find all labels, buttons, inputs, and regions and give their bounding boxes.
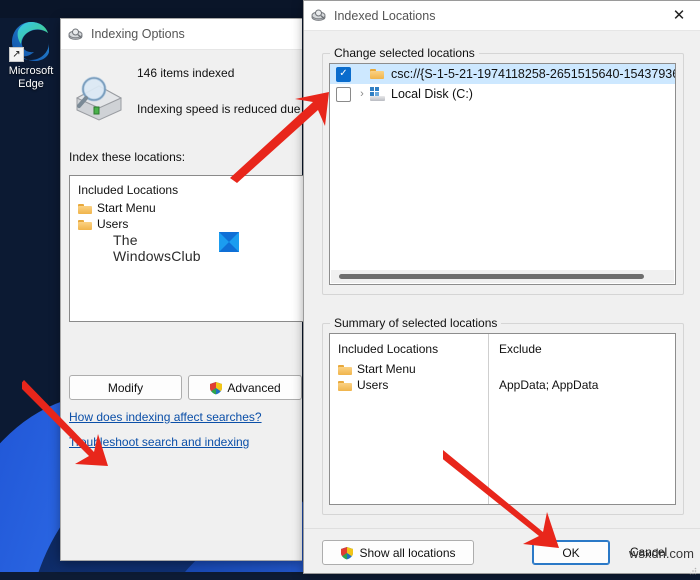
indexing-options-body: 146 items indexed Indexing speed is redu… [61,50,307,560]
desktop-icon-label: Microsoft Edge [9,65,54,91]
show-all-locations-button[interactable]: Show all locations [322,540,474,565]
folder-icon [338,364,352,375]
list-item[interactable]: Users [70,216,303,232]
advanced-button[interactable]: Advanced [188,375,302,400]
list-item-label: Users [97,217,129,231]
index-locations-label: Index these locations: [69,150,186,164]
watermark-line-2: WindowsClub [113,248,201,264]
summary-included-column: Included Locations Start Menu Users [330,334,488,504]
table-cell-label: Users [357,378,389,392]
table-row: Users [338,378,488,392]
modify-button[interactable]: Modify [69,375,183,400]
change-selected-locations-group: Change selected locations ✓ › csc://{S-1… [322,46,684,295]
drive-icon [369,87,386,101]
indexing-options-button-row: Modify Advanced [69,375,302,400]
indexing-options-links: How does indexing affect searches? Troub… [69,410,262,460]
uac-shield-icon [340,546,354,560]
advanced-button-label: Advanced [227,380,281,395]
indexing-options-title: Indexing Options [91,27,185,41]
indexed-locations-titlebar[interactable]: Indexed Locations ✕ [304,1,700,31]
ok-button[interactable]: OK [532,540,610,565]
change-selected-locations-label: Change selected locations [330,46,479,60]
link-troubleshoot-search-and-indexing[interactable]: Troubleshoot search and indexing [69,435,262,449]
summary-table: Included Locations Start Menu Users Excl… [329,333,676,505]
desktop-icon-microsoft-edge[interactable]: ↗ Microsoft Edge [2,18,60,91]
list-item-label: Start Menu [97,201,156,215]
desktop-icon-label-line2: Edge [18,78,44,90]
folder-icon [78,219,92,230]
summary-exclude-column: Exclude AppData; AppData [488,334,675,504]
items-indexed-text: 146 items indexed [137,66,235,80]
tree-item-label: Local Disk (C:) [391,87,473,101]
windowsclub-logo-icon [219,232,239,252]
scrollbar-thumb[interactable] [339,274,644,279]
locations-treeview[interactable]: ✓ › csc://{S-1-5-21-1974118258-265151564… [329,63,676,285]
dialog-button-bar: Show all locations OK Cancel wsxdn.com [304,528,700,575]
site-watermark: wsxdn.com [628,546,694,561]
uac-shield-icon [209,381,223,395]
list-item[interactable]: Start Menu [70,200,303,216]
indexing-options-icon [310,7,327,24]
indexing-options-window[interactable]: Indexing Options 146 items indexed Index… [60,18,307,561]
folder-icon [78,203,92,214]
shortcut-overlay-icon: ↗ [9,47,24,62]
index-drive-search-icon [69,70,127,122]
table-cell-label: Start Menu [357,362,416,376]
summary-group-label: Summary of selected locations [330,316,502,330]
edge-icon: ↗ [9,18,53,62]
indexed-locations-title: Indexed Locations [334,8,436,23]
summary-included-header: Included Locations [338,342,439,356]
indexing-speed-note: Indexing speed is reduced due t [137,102,308,116]
folder-icon [338,380,352,391]
windowsclub-watermark: The WindowsClub [113,232,263,264]
close-icon[interactable]: ✕ [658,1,700,29]
table-row: Start Menu [338,362,488,376]
link-how-does-indexing-affect-searches[interactable]: How does indexing affect searches? [69,410,262,424]
checkbox-checked-icon[interactable]: ✓ [336,66,351,82]
tree-item-label: csc://{S-1-5-21-1974118258-2651515640-15… [391,67,676,81]
show-all-locations-label: Show all locations [359,545,456,560]
summary-exclude-value: AppData; AppData [499,378,599,392]
desktop-icon-label-line1: Microsoft [8,65,54,77]
included-locations-header: Included Locations [78,183,179,197]
tree-item-local-disk-c[interactable]: › Local Disk (C:) [330,84,675,104]
summary-exclude-header: Exclude [499,342,542,356]
indexing-options-icon [67,26,84,43]
summary-of-selected-locations-group: Summary of selected locations Included L… [322,316,684,515]
chevron-right-icon[interactable]: › [355,88,369,100]
folder-icon [369,67,386,81]
horizontal-scrollbar[interactable] [331,270,674,283]
checkbox-unchecked-icon[interactable] [336,86,351,102]
indexing-options-titlebar[interactable]: Indexing Options [61,19,302,50]
indexing-status-text: 146 items indexed Indexing speed is redu… [127,62,307,122]
watermark-line-1: The [113,232,138,248]
resize-grip-icon[interactable] [689,562,697,575]
tree-item-csc[interactable]: ✓ › csc://{S-1-5-21-1974118258-265151564… [330,64,675,84]
indexing-status-row: 146 items indexed Indexing speed is redu… [61,50,307,122]
indexed-locations-dialog[interactable]: Indexed Locations ✕ Change selected loca… [303,0,700,575]
